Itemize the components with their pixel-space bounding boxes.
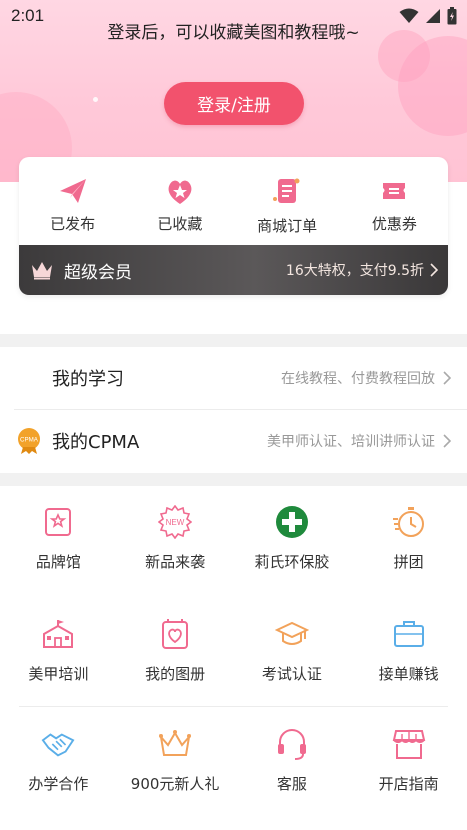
chevron-right-icon bbox=[443, 434, 451, 448]
grid-item-label: 办学合作 bbox=[28, 775, 89, 793]
grid-item-label: 客服 bbox=[276, 775, 307, 793]
menu-row-title: 我的学习 bbox=[52, 369, 124, 390]
grid-item-label: 我的图册 bbox=[145, 665, 206, 683]
grid-item-eco-gel[interactable]: 莉氏环保胶 bbox=[234, 505, 351, 605]
grid-item-label: 900元新人礼 bbox=[130, 775, 220, 793]
grid-item-group-buy[interactable]: 拼团 bbox=[350, 505, 467, 605]
vip-description: 16大特权，支付9.5折 bbox=[285, 263, 424, 279]
chevron-right-icon bbox=[430, 263, 438, 277]
service-grid-row: 美甲培训 我的图册 考试认证 接单赚钱 bbox=[0, 617, 467, 717]
handshake-icon bbox=[41, 727, 75, 761]
grid-item-label: 开店指南 bbox=[378, 775, 439, 793]
grid-item-exam-certification[interactable]: 考试认证 bbox=[234, 617, 351, 717]
crown-icon bbox=[32, 262, 52, 280]
section-divider bbox=[0, 473, 467, 486]
svg-text:NEW: NEW bbox=[166, 518, 185, 527]
section-divider bbox=[0, 334, 467, 347]
user-card: 已发布 已收藏 商城订单 优惠券 超级会员 16大特权，支付9.5折 bbox=[19, 157, 448, 295]
decor-dot bbox=[93, 97, 98, 102]
shop-icon bbox=[392, 727, 426, 761]
quick-action-label: 已发布 bbox=[50, 215, 96, 233]
quick-action-published[interactable]: 已发布 bbox=[19, 157, 126, 245]
service-grid-row: 品牌馆 NEW 新品来袭 莉氏环保胶 拼团 bbox=[0, 505, 467, 605]
star-heart-icon bbox=[168, 180, 192, 204]
quick-action-favorites[interactable]: 已收藏 bbox=[126, 157, 233, 245]
quick-action-orders[interactable]: 商城订单 bbox=[234, 157, 341, 245]
briefcase-icon bbox=[392, 617, 426, 651]
grid-item-label: 新品来袭 bbox=[145, 553, 206, 571]
quick-action-coupons[interactable]: 优惠券 bbox=[341, 157, 448, 245]
album-icon bbox=[158, 617, 192, 651]
menu-row-description: 美甲师认证、培训讲师认证 bbox=[267, 434, 435, 450]
grid-item-school-cooperation[interactable]: 办学合作 bbox=[0, 727, 117, 827]
new-badge-icon: NEW bbox=[158, 505, 193, 539]
grid-item-nail-training[interactable]: 美甲培训 bbox=[0, 617, 117, 717]
coupon-icon bbox=[383, 183, 406, 199]
grid-item-customer-service[interactable]: 客服 bbox=[234, 727, 351, 827]
grid-item-label: 拼团 bbox=[393, 553, 424, 571]
quick-action-label: 商城订单 bbox=[257, 217, 318, 235]
green-cross-icon bbox=[275, 505, 309, 539]
grid-item-newcomer-gift[interactable]: 900元新人礼 bbox=[117, 727, 234, 827]
service-grid-row: 办学合作 900元新人礼 客服 开店指南 bbox=[0, 727, 467, 827]
chevron-right-icon bbox=[443, 371, 451, 385]
grid-item-label: 接单赚钱 bbox=[378, 665, 439, 683]
grid-item-label: 品牌馆 bbox=[35, 553, 81, 571]
grid-item-new-arrivals[interactable]: NEW 新品来袭 bbox=[117, 505, 234, 605]
headset-icon bbox=[275, 727, 309, 761]
menu-row-my-cpma[interactable]: 我的CPMA 美甲师认证、培训讲师认证 bbox=[0, 410, 467, 472]
grid-item-label: 美甲培训 bbox=[28, 665, 89, 683]
grid-item-label: 莉氏环保胶 bbox=[254, 553, 330, 571]
grid-item-brand-hall[interactable]: 品牌馆 bbox=[0, 505, 117, 605]
grid-item-take-orders[interactable]: 接单赚钱 bbox=[350, 617, 467, 717]
menu-row-my-learning[interactable]: 我的学习 在线教程、付费教程回放 bbox=[0, 347, 467, 409]
stopwatch-icon bbox=[392, 505, 426, 539]
crown-outline-icon bbox=[158, 727, 192, 761]
brand-hall-icon bbox=[41, 505, 75, 539]
grid-item-my-album[interactable]: 我的图册 bbox=[117, 617, 234, 717]
quick-action-label: 已收藏 bbox=[157, 215, 203, 233]
grid-divider bbox=[19, 706, 448, 707]
graduation-cap-icon bbox=[274, 617, 309, 651]
login-hint: 登录后，可以收藏美图和教程哦~ bbox=[107, 23, 360, 43]
menu-row-description: 在线教程、付费教程回放 bbox=[281, 371, 435, 387]
login-register-button[interactable]: 登录/注册 bbox=[164, 82, 304, 125]
menu-row-title: 我的CPMA bbox=[52, 432, 140, 453]
school-icon bbox=[41, 617, 75, 651]
vip-banner[interactable]: 超级会员 16大特权，支付9.5折 bbox=[19, 245, 448, 295]
grid-item-label: 考试认证 bbox=[261, 665, 322, 683]
order-list-icon bbox=[273, 178, 300, 203]
paper-plane-icon bbox=[59, 179, 86, 203]
quick-actions: 已发布 已收藏 商城订单 优惠券 bbox=[19, 157, 448, 245]
grid-item-shop-guide[interactable]: 开店指南 bbox=[350, 727, 467, 827]
quick-action-label: 优惠券 bbox=[371, 215, 417, 233]
vip-title: 超级会员 bbox=[64, 262, 132, 283]
